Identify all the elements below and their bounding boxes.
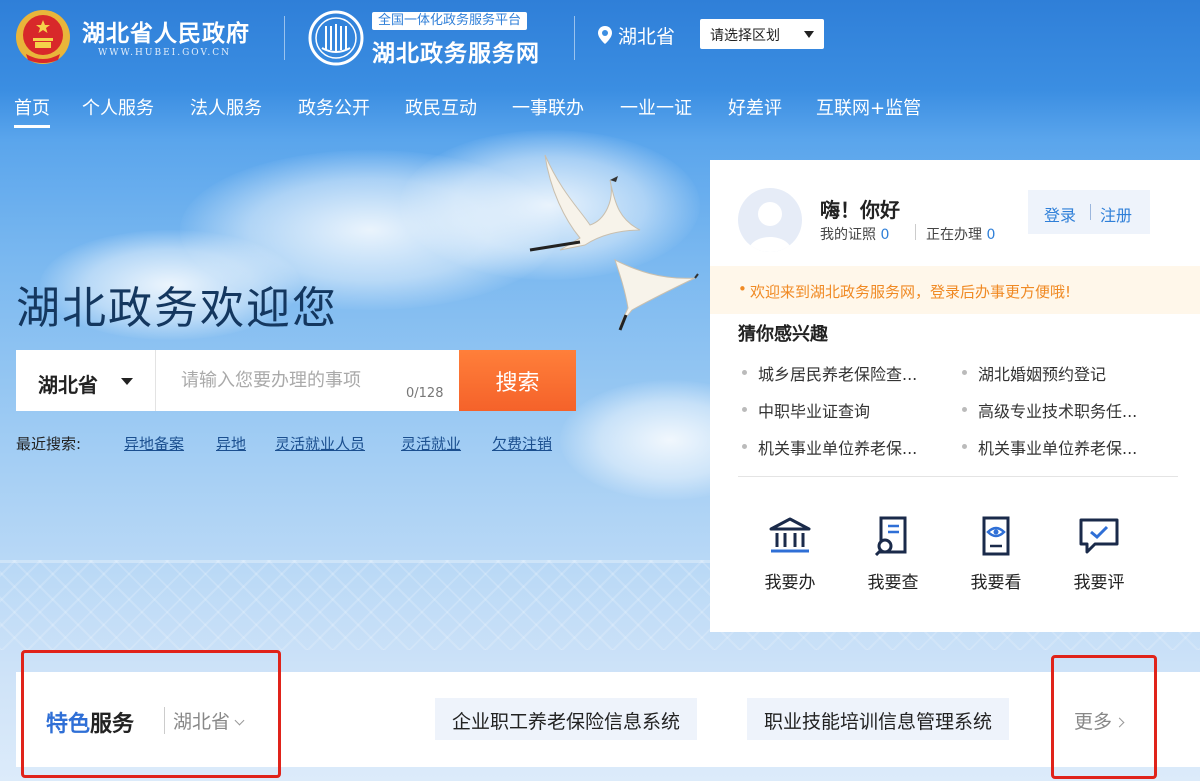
nav-government-disclosure[interactable]: 政务公开	[298, 94, 370, 128]
recent-search-label: 最近搜索:	[16, 435, 82, 453]
register-link[interactable]: 注册	[1100, 202, 1132, 226]
search-box: 湖北省 0/128 搜索	[16, 350, 576, 411]
nav-legal-entity-services[interactable]: 法人服务	[190, 94, 262, 128]
action-handle[interactable]: 我要办	[750, 516, 830, 596]
nav-internet-supervision[interactable]: 互联网+监管	[816, 94, 921, 128]
interest-link[interactable]: 湖北婚姻预约登记	[961, 361, 1106, 385]
main-nav: 首页 个人服务 法人服务 政务公开 政民互动 一事联办 一业一证 好差评 互联网…	[0, 94, 1000, 130]
system-link[interactable]: 职业技能培训信息管理系统	[747, 698, 1010, 740]
nav-personal-services[interactable]: 个人服务	[82, 94, 154, 128]
search-doc-icon	[874, 516, 907, 556]
action-rate[interactable]: 我要评	[1059, 516, 1139, 596]
search-input[interactable]	[157, 350, 459, 411]
current-location: 湖北省	[618, 26, 676, 48]
gov-url: WWW.HUBEI.GOV.CN	[98, 48, 232, 58]
region-select-label: 请选择区划	[710, 28, 780, 44]
login-divider	[1090, 204, 1091, 220]
action-label: 我要看	[970, 573, 1022, 593]
login-register-box: 登录 注册	[1028, 190, 1150, 234]
action-view[interactable]: 我要看	[956, 516, 1036, 596]
my-licenses-count: 0	[880, 227, 890, 243]
location-pin-icon	[598, 26, 612, 44]
user-avatar-icon	[748, 202, 792, 252]
nav-home[interactable]: 首页	[14, 94, 50, 128]
interest-link[interactable]: 机关事业单位养老保...	[961, 435, 1137, 459]
action-query[interactable]: 我要查	[853, 516, 933, 596]
card-divider	[738, 476, 1178, 477]
highlight-box-right	[1051, 655, 1157, 779]
interest-title: 猜你感兴趣	[738, 324, 828, 345]
national-emblem-icon[interactable]	[14, 8, 72, 66]
interest-link[interactable]: 城乡居民养老保险查...	[741, 361, 917, 385]
nav-public-interaction[interactable]: 政民互动	[405, 94, 477, 128]
action-label: 我要评	[1073, 573, 1125, 593]
search-button[interactable]: 搜索	[459, 350, 576, 411]
chat-check-icon	[1079, 518, 1119, 554]
in-progress-label: 正在办理	[926, 227, 982, 243]
search-scope-select[interactable]: 湖北省	[16, 350, 156, 411]
recent-search-link[interactable]: 欠费注销	[492, 433, 552, 454]
caret-down-icon	[804, 31, 814, 38]
interest-link[interactable]: 中职毕业证查询	[741, 398, 870, 422]
eye-doc-icon	[982, 516, 1010, 556]
user-card: 嗨！你好 我的证照 0 正在办理 0 登录 注册 欢迎来到湖北政务服务网，登录后…	[710, 160, 1200, 632]
gov-title[interactable]: 湖北省人民政府	[82, 14, 250, 48]
my-licenses-label: 我的证照	[820, 227, 876, 243]
in-progress-stat[interactable]: 正在办理 0	[926, 224, 995, 244]
recent-search-link[interactable]: 异地	[216, 433, 246, 454]
interest-link[interactable]: 高级专业技术职务任...	[961, 398, 1137, 422]
service-platform-logo-icon[interactable]	[308, 10, 364, 66]
avatar[interactable]	[738, 188, 802, 252]
greeting: 嗨！你好	[820, 198, 900, 222]
service-title[interactable]: 湖北政务服务网	[372, 34, 540, 68]
region-select[interactable]: 请选择区划	[700, 19, 824, 49]
welcome-notice: 欢迎来到湖北政务服务网，登录后办事更方便哦!	[710, 266, 1200, 314]
highlight-box-left	[21, 650, 281, 778]
nav-one-thing-service[interactable]: 一事联办	[512, 94, 584, 128]
crane-illustration	[529, 154, 699, 331]
header-divider	[574, 16, 575, 60]
my-licenses-stat[interactable]: 我的证照 0	[820, 224, 889, 244]
stat-divider	[915, 224, 916, 240]
recent-search-link[interactable]: 异地备案	[124, 433, 184, 454]
platform-tag: 全国一体化政务服务平台	[372, 12, 528, 30]
login-link[interactable]: 登录	[1044, 202, 1076, 226]
recent-search-link[interactable]: 灵活就业	[401, 433, 461, 454]
in-progress-count: 0	[986, 227, 996, 243]
nav-one-industry-license[interactable]: 一业一证	[620, 94, 692, 128]
action-label: 我要查	[867, 573, 919, 593]
bank-icon	[769, 517, 811, 553]
interest-link[interactable]: 机关事业单位养老保...	[741, 435, 917, 459]
system-link[interactable]: 企业职工养老保险信息系统	[435, 698, 698, 740]
search-char-count: 0/128	[406, 386, 444, 401]
caret-down-icon	[121, 378, 133, 385]
action-label: 我要办	[764, 573, 816, 593]
header-divider	[284, 16, 285, 60]
nav-rating[interactable]: 好差评	[728, 94, 782, 128]
site-header: 湖北省人民政府 WWW.HUBEI.GOV.CN 全国一体化政务服务平台 湖北政…	[0, 0, 1200, 76]
hero-title: 湖北政务欢迎您	[16, 283, 338, 334]
recent-search-link[interactable]: 灵活就业人员	[275, 433, 365, 454]
search-scope-label: 湖北省	[38, 373, 98, 397]
